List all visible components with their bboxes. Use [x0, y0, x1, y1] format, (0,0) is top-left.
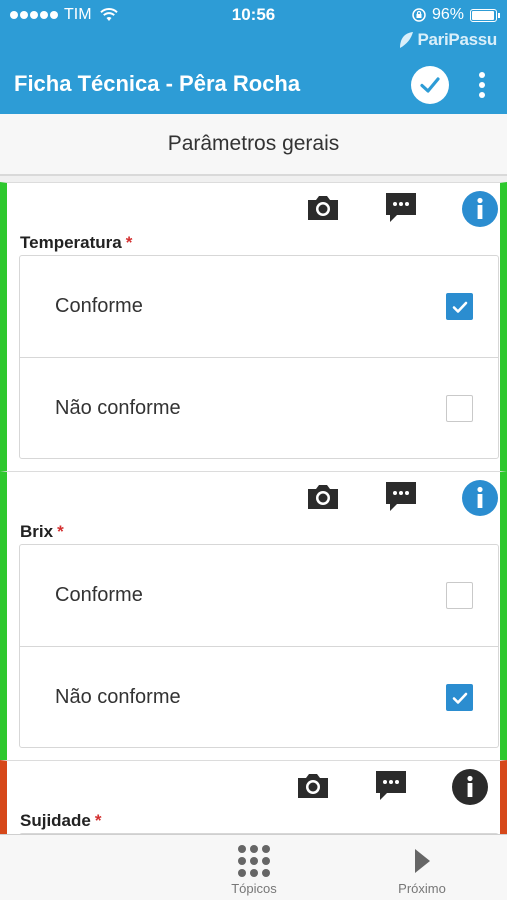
info-button[interactable] — [462, 191, 498, 227]
more-options-button[interactable] — [472, 70, 492, 100]
question-label: Sujidade * — [20, 811, 101, 831]
comment-icon — [386, 193, 416, 222]
more-dot — [479, 82, 485, 88]
option-nao-conforme[interactable]: Não conforme — [20, 646, 498, 747]
answer-options: Conforme Não conforme — [19, 544, 499, 748]
checkmark-icon — [420, 77, 440, 93]
info-button[interactable] — [462, 480, 498, 516]
option-label: Não conforme — [55, 685, 181, 708]
comment-icon — [376, 771, 406, 800]
required-mark: * — [94, 811, 102, 830]
status-bar: TIM 10:56 96% — [0, 0, 507, 30]
play-arrow-icon — [415, 849, 430, 873]
page-title: Ficha Técnica - Pêra Rocha — [14, 71, 301, 96]
bottom-toolbar: Tópicos Próximo — [0, 834, 507, 900]
more-dot — [479, 92, 485, 98]
option-label: Não conforme — [55, 396, 181, 419]
rotation-lock-icon — [412, 8, 426, 22]
question-actions — [7, 769, 500, 809]
required-mark: * — [57, 522, 64, 541]
question-actions — [7, 191, 500, 231]
check-icon — [452, 301, 467, 313]
checkbox-unchecked[interactable] — [446, 395, 473, 422]
required-mark: * — [125, 233, 133, 252]
question-card-temperatura: Temperatura * Conforme Não conforme — [0, 182, 507, 471]
info-icon — [452, 769, 488, 805]
battery-icon — [470, 8, 500, 22]
camera-icon — [308, 485, 338, 509]
checkbox-checked[interactable] — [446, 293, 473, 320]
question-card-brix: Brix * Conforme Não conforme — [0, 471, 507, 760]
camera-icon — [308, 196, 338, 220]
battery-percent: 96% — [431, 6, 464, 23]
question-actions — [7, 480, 500, 520]
info-button[interactable] — [452, 769, 488, 805]
comment-button[interactable] — [384, 480, 418, 514]
option-nao-conforme[interactable]: Não conforme — [20, 357, 498, 458]
option-label: Conforme — [55, 584, 143, 606]
paripassu-leaf-icon — [400, 32, 414, 48]
topics-button[interactable]: Tópicos — [209, 841, 299, 896]
option-label: Conforme — [55, 295, 143, 317]
question-card-sujidade: Sujidade * — [0, 760, 507, 834]
answer-options: Conforme Não conforme — [19, 255, 499, 459]
camera-button[interactable] — [305, 193, 341, 223]
brand-logo: PariPassu — [398, 30, 497, 50]
status-right: 96% — [412, 6, 500, 24]
next-label: Próximo — [398, 881, 446, 896]
camera-button[interactable] — [305, 482, 341, 512]
brand-name: PariPassu — [417, 30, 497, 49]
battery-fill — [472, 10, 495, 20]
comment-button[interactable] — [384, 191, 418, 225]
camera-button[interactable] — [295, 771, 331, 801]
info-icon — [462, 480, 498, 516]
question-label-text: Brix — [20, 522, 54, 541]
question-list[interactable]: Temperatura * Conforme Não conforme Brix… — [0, 176, 507, 834]
grid-icon — [238, 845, 270, 877]
next-icon-wrap — [412, 841, 432, 881]
topics-label: Tópicos — [231, 881, 277, 896]
topics-icon-wrap — [238, 841, 270, 881]
info-icon — [462, 191, 498, 227]
checkbox-checked[interactable] — [446, 684, 473, 711]
question-label: Temperatura * — [20, 233, 132, 253]
section-title: Parâmetros gerais — [0, 114, 507, 176]
comment-icon — [386, 482, 416, 511]
app-header: TIM 10:56 96% PariPassu Ficha Técnica - … — [0, 0, 507, 114]
check-icon — [452, 692, 467, 704]
comment-button[interactable] — [374, 769, 408, 803]
question-label-text: Temperatura — [20, 233, 122, 252]
next-button[interactable]: Próximo — [377, 841, 467, 896]
question-label-text: Sujidade — [20, 811, 91, 830]
checkbox-unchecked[interactable] — [446, 582, 473, 609]
camera-icon — [298, 774, 328, 798]
option-conforme[interactable]: Conforme — [20, 545, 498, 646]
option-conforme[interactable]: Conforme — [20, 256, 498, 357]
more-dot — [479, 72, 485, 78]
question-label: Brix * — [20, 522, 64, 542]
confirm-button[interactable] — [411, 66, 449, 104]
